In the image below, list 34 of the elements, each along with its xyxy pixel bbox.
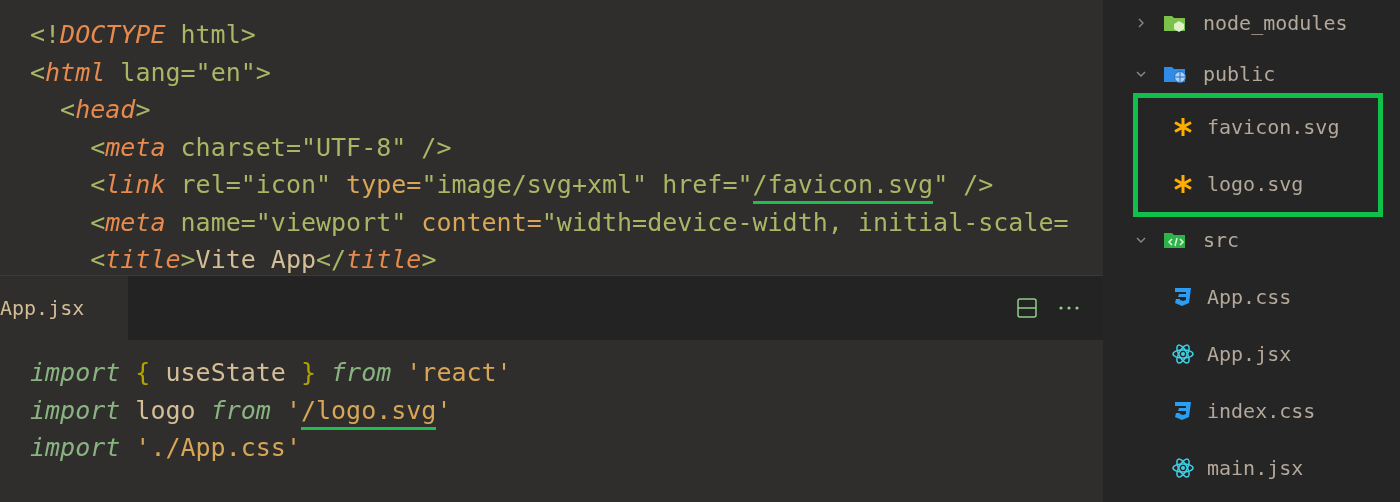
file-name: favicon.svg xyxy=(1207,113,1340,141)
editor-tab[interactable]: App.jsx xyxy=(0,276,128,340)
code-line: <meta charset="UTF-8" /> xyxy=(89,131,453,164)
code-line: import logo from '/logo.svg' xyxy=(30,391,1103,429)
css-icon xyxy=(1173,286,1193,307)
folder-item[interactable]: src xyxy=(1135,211,1380,268)
file-item[interactable]: logo.svg xyxy=(1135,155,1378,212)
asterisk-icon xyxy=(1173,173,1193,194)
file-name: App.jsx xyxy=(1207,340,1292,368)
folder-name: src xyxy=(1203,226,1240,254)
file-name: App.css xyxy=(1207,283,1292,311)
file-item[interactable]: App.css xyxy=(1135,268,1380,325)
code-line: import './App.css' xyxy=(30,432,302,464)
file-item[interactable]: App.jsx xyxy=(1135,325,1380,382)
code-line: <title>Vite App</title> xyxy=(89,244,438,275)
more-icon[interactable] xyxy=(1059,306,1079,310)
css-icon xyxy=(1173,400,1193,421)
file-name: index.css xyxy=(1207,397,1316,425)
react-icon xyxy=(1172,343,1194,364)
folder-name: public xyxy=(1203,60,1276,88)
split-editor-icon[interactable] xyxy=(1017,298,1037,318)
file-name: main.jsx xyxy=(1207,454,1304,482)
code-line: <html lang="en"> xyxy=(30,56,272,89)
file-name: logo.svg xyxy=(1207,170,1304,198)
folder-name: node_modules xyxy=(1203,9,1348,37)
code-line: <link rel="icon" type="image/svg+xml" href="/favicon.svg" /> xyxy=(30,166,1103,204)
code-line: import { useState } from 'react' xyxy=(30,357,513,389)
file-item[interactable]: main.jsx xyxy=(1135,439,1380,496)
code-line: <meta name="viewport" content="width=device-width, initial-scale= xyxy=(89,206,1070,239)
code-line: <!DOCTYPE html> xyxy=(30,19,257,51)
react-icon xyxy=(1172,457,1194,478)
asterisk-icon xyxy=(1173,116,1193,137)
file-item[interactable]: index.css xyxy=(1135,382,1380,439)
code-line: <head> xyxy=(59,94,152,126)
